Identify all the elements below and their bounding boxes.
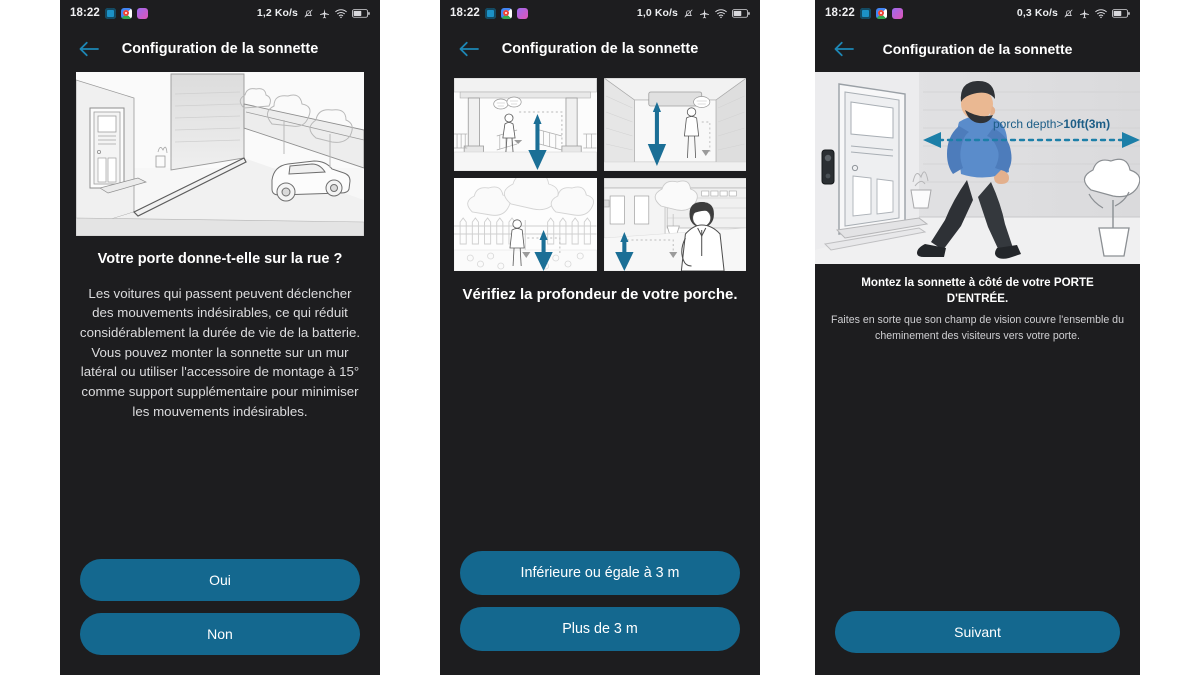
screen-porch-depth: 18:22 1,0 Ko/s Configuration de la sonne… — [440, 0, 760, 675]
network-speed: 1,0 Ko/s — [636, 7, 678, 19]
street-view-illustration — [76, 72, 364, 236]
porch-depth-illustration: porch depth>10ft(3m) — [815, 72, 1140, 264]
back-arrow-icon — [833, 40, 855, 58]
status-bar-left: 18:22 — [450, 7, 528, 19]
status-time: 18:22 — [70, 7, 100, 19]
battery-icon — [352, 8, 370, 19]
thumb-open-yard — [454, 178, 597, 271]
status-bar-left: 18:22 — [70, 7, 148, 19]
network-speed: 0,3 Ko/s — [1016, 7, 1058, 19]
status-bar: 18:22 0,3 Ko/s — [815, 0, 1140, 26]
photos-icon — [136, 7, 148, 19]
airplane-mode-icon — [699, 8, 710, 19]
status-time: 18:22 — [450, 7, 480, 19]
bell-muted-icon — [1063, 8, 1074, 19]
battery-icon — [1112, 8, 1130, 19]
action-buttons: Suivant — [815, 611, 1140, 675]
photos-icon — [891, 7, 903, 19]
next-button[interactable]: Suivant — [835, 611, 1120, 653]
app-header: Configuration de la sonnette — [440, 26, 760, 72]
notification-app-icon — [859, 7, 871, 19]
photos-icon — [516, 7, 528, 19]
notification-app-icon — [484, 7, 496, 19]
wifi-icon — [335, 8, 347, 19]
status-bar-right: 1,0 Ko/s — [637, 7, 750, 19]
depth-le-3m-button[interactable]: Inférieure ou égale à 3 m — [460, 551, 740, 595]
back-button[interactable] — [66, 26, 112, 72]
yes-button[interactable]: Oui — [80, 559, 360, 601]
depth-gt-3m-button[interactable]: Plus de 3 m — [460, 607, 740, 651]
app-header: Configuration de la sonnette — [815, 26, 1140, 72]
bell-muted-icon — [303, 8, 314, 19]
question-title: Votre porte donne-t-elle sur la rue ? — [97, 251, 343, 267]
google-icon — [500, 7, 512, 19]
back-button[interactable] — [446, 26, 492, 72]
bell-muted-icon — [683, 8, 694, 19]
action-buttons: Oui Non — [60, 559, 380, 675]
google-icon — [120, 7, 132, 19]
app-header: Configuration de la sonnette — [60, 26, 380, 72]
wifi-icon — [715, 8, 727, 19]
airplane-mode-icon — [319, 8, 330, 19]
battery-icon — [732, 8, 750, 19]
instruction-title: Montez la sonnette à côté de votre PORTE… — [861, 276, 1094, 305]
action-buttons: Inférieure ou égale à 3 m Plus de 3 m — [440, 551, 760, 675]
porch-examples-grid — [440, 72, 760, 271]
wifi-icon — [1095, 8, 1107, 19]
status-time: 18:22 — [825, 7, 855, 19]
status-bar-right: 0,3 Ko/s — [1017, 7, 1130, 19]
instruction-body: Faites en sorte que son champ de vision … — [831, 314, 1124, 342]
thumb-columned-porch — [454, 78, 597, 171]
instruction-block: Vérifiez la profondeur de votre porche. — [440, 271, 760, 305]
illustration-container: porch depth>10ft(3m) — [815, 72, 1140, 264]
thumb-garage-driveway — [603, 178, 746, 271]
no-button[interactable]: Non — [80, 613, 360, 655]
question-title: Vérifiez la profondeur de votre porche. — [462, 286, 738, 303]
google-icon — [875, 7, 887, 19]
screen-street-question: 18:22 1,2 Ko/s Configuration de la sonne… — [60, 0, 380, 675]
status-bar-left: 18:22 — [825, 7, 903, 19]
airplane-mode-icon — [1079, 8, 1090, 19]
back-arrow-icon — [458, 40, 480, 58]
porch-depth-label: porch depth>10ft(3m) — [993, 117, 1110, 131]
illustration-container — [60, 72, 380, 236]
status-bar-right: 1,2 Ko/s — [257, 7, 370, 19]
status-bar: 18:22 1,2 Ko/s — [60, 0, 380, 26]
screenshot-stage: 18:22 1,2 Ko/s Configuration de la sonne… — [0, 0, 1200, 675]
network-speed: 1,2 Ko/s — [256, 7, 298, 19]
instruction-block: Montez la sonnette à côté de votre PORTE… — [815, 264, 1140, 344]
screen-mount-location: 18:22 0,3 Ko/s Configuration de la sonne… — [815, 0, 1140, 675]
notification-app-icon — [104, 7, 116, 19]
question-body: Les voitures qui passent peuvent déclenc… — [79, 285, 361, 419]
back-arrow-icon — [78, 40, 100, 58]
thumb-covered-entry — [603, 78, 746, 171]
back-button[interactable] — [821, 26, 867, 72]
instruction-block: Votre porte donne-t-elle sur la rue ? Le… — [60, 236, 380, 421]
status-bar: 18:22 1,0 Ko/s — [440, 0, 760, 26]
